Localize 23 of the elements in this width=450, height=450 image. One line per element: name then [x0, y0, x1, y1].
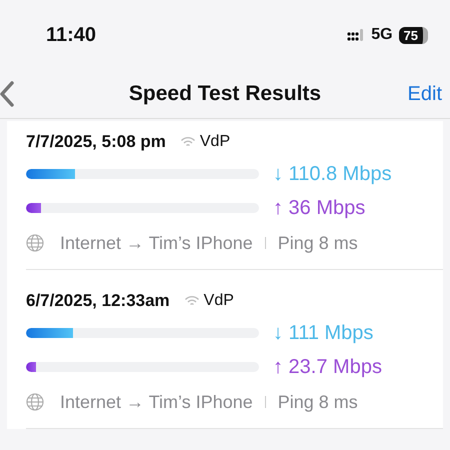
- status-time: 11:40: [46, 24, 96, 46]
- upload-speed: ↑ 36 Mbps: [273, 196, 366, 220]
- screen-title: Speed Test Results: [128, 82, 322, 106]
- connection-route: Internet → Tim’s IPhone: [60, 392, 253, 412]
- connection-route: Internet → Tim’s IPhone: [60, 232, 253, 254]
- globe-icon: [26, 234, 44, 252]
- result-date: 6/7/2025, 12:33am: [26, 291, 170, 311]
- signal-icon: [347, 29, 366, 41]
- upload-speed: ↑ 23.7 Mbps: [273, 356, 383, 378]
- ping-time: Ping 8 ms: [278, 232, 358, 254]
- wifi-icon: [180, 136, 196, 148]
- wifi-name: VdP: [200, 133, 230, 151]
- download-speed: ↓ 111 Mbps: [273, 322, 374, 344]
- wifi-icon: [184, 295, 200, 307]
- download-speed: ↓ 110.8 Mbps: [273, 162, 393, 186]
- ping-time: Ping 8 ms: [278, 392, 358, 412]
- result-date: 7/7/2025, 5:08 pm: [26, 132, 166, 152]
- edit-button[interactable]: Edit: [408, 82, 442, 106]
- network-type: 5G: [371, 26, 393, 44]
- wifi-name: VdP: [204, 292, 234, 310]
- back-icon[interactable]: [0, 81, 14, 107]
- globe-icon: [26, 393, 44, 411]
- battery-level: 75: [398, 26, 428, 44]
